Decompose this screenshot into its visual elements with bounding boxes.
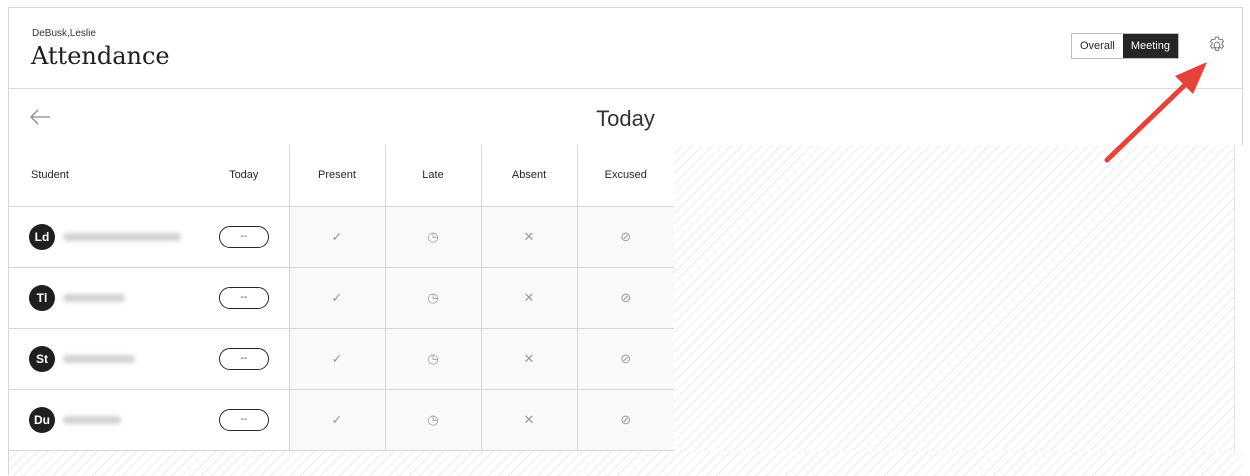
column-header-absent[interactable]: Absent: [480, 145, 577, 207]
student-name-redacted: [63, 232, 181, 241]
excused-slash-icon[interactable]: ⊘: [620, 351, 631, 366]
avatar: Ld: [29, 223, 55, 250]
empty-area-hatch: [674, 145, 1234, 476]
attendance-status-button[interactable]: --: [218, 286, 269, 309]
page-header: DeBusk,Leslie Attendance Overall Meeting: [9, 8, 1242, 89]
attendance-panel: DeBusk,Leslie Attendance Overall Meeting…: [8, 7, 1243, 476]
column-header-today: Today: [199, 145, 289, 207]
gear-icon[interactable]: [1207, 35, 1227, 55]
toggle-meeting[interactable]: Meeting: [1122, 34, 1178, 58]
excused-slash-icon[interactable]: ⊘: [620, 290, 631, 305]
table-row: St -- ✓ ◷ ✕ ⊘: [9, 328, 674, 390]
avatar: Tl: [29, 284, 55, 311]
absent-x-icon[interactable]: ✕: [524, 290, 535, 305]
present-check-icon[interactable]: ✓: [332, 229, 343, 244]
course-name: DeBusk,Leslie: [32, 28, 96, 39]
excused-slash-icon[interactable]: ⊘: [620, 229, 631, 244]
absent-x-icon[interactable]: ✕: [524, 229, 535, 244]
student-name-redacted: [63, 415, 121, 424]
attendance-table: Student Today Present Late Absent Excuse…: [9, 145, 674, 451]
column-header-present[interactable]: Present: [288, 145, 385, 207]
column-header-late[interactable]: Late: [384, 145, 481, 207]
date-title: Today: [596, 106, 655, 131]
right-edge-strip: [1234, 145, 1243, 476]
late-clock-icon[interactable]: ◷: [427, 290, 438, 305]
view-toggle: Overall Meeting: [1071, 33, 1179, 59]
column-header-student: Student: [9, 145, 199, 207]
attendance-status-button[interactable]: --: [218, 408, 269, 431]
present-check-icon[interactable]: ✓: [332, 290, 343, 305]
absent-x-icon[interactable]: ✕: [524, 351, 535, 366]
avatar: Du: [29, 406, 55, 433]
absent-x-icon[interactable]: ✕: [524, 412, 535, 427]
excused-slash-icon[interactable]: ⊘: [620, 412, 631, 427]
present-check-icon[interactable]: ✓: [332, 412, 343, 427]
present-check-icon[interactable]: ✓: [332, 351, 343, 366]
table-row: Du -- ✓ ◷ ✕ ⊘: [9, 389, 674, 451]
student-name-redacted: [63, 354, 135, 363]
page-title: Attendance: [31, 42, 170, 70]
toggle-overall[interactable]: Overall: [1072, 34, 1123, 58]
attendance-status-button[interactable]: --: [218, 225, 269, 248]
attendance-status-button[interactable]: --: [218, 347, 269, 370]
column-header-excused[interactable]: Excused: [576, 145, 674, 207]
date-navigation: Today: [9, 89, 1242, 146]
student-name-redacted: [63, 293, 125, 302]
table-row: Ld -- ✓ ◷ ✕ ⊘: [9, 206, 674, 268]
late-clock-icon[interactable]: ◷: [427, 351, 438, 366]
bottom-hatch: [9, 451, 1242, 476]
table-row: Tl -- ✓ ◷ ✕ ⊘: [9, 267, 674, 329]
late-clock-icon[interactable]: ◷: [427, 229, 438, 244]
avatar: St: [29, 345, 55, 372]
late-clock-icon[interactable]: ◷: [427, 412, 438, 427]
